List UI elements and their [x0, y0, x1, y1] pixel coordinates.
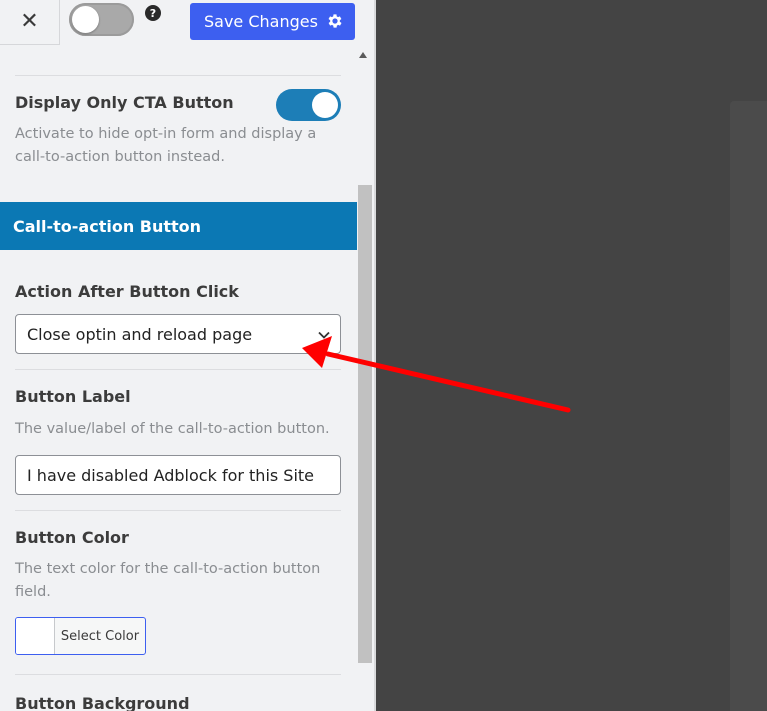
- annotation-arrow-icon: [302, 336, 571, 413]
